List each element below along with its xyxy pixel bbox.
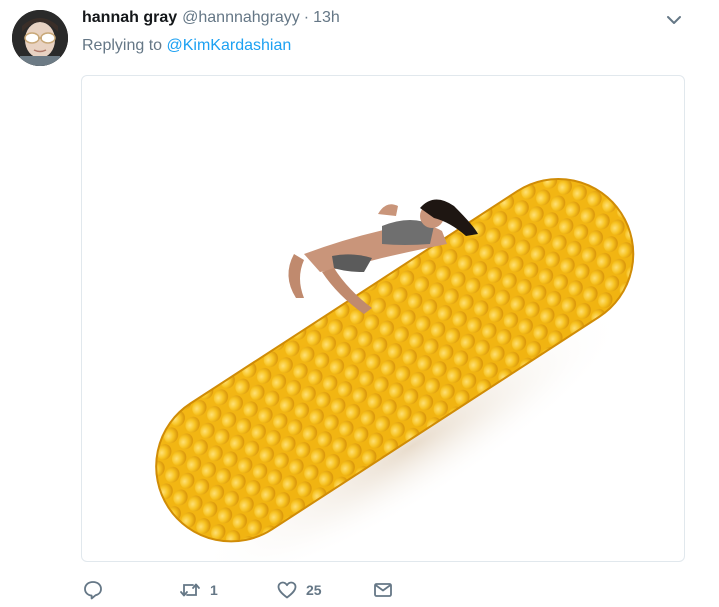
tweet-actions: 1 25	[82, 575, 502, 605]
reply-button[interactable]	[82, 577, 104, 603]
reply-prefix: Replying to	[82, 37, 163, 54]
like-count: 25	[306, 582, 322, 598]
like-button[interactable]: 25	[276, 577, 322, 603]
separator: ·	[303, 9, 310, 26]
reply-context: Replying to @KimKardashian	[82, 37, 291, 55]
tweet-header: hannah gray @hannnahgrayy · 13h	[82, 9, 340, 31]
author-handle[interactable]: @hannnahgrayy	[182, 9, 300, 27]
reply-mention-link[interactable]: @KimKardashian	[167, 37, 292, 54]
retweet-count: 1	[210, 582, 218, 598]
heart-icon	[276, 579, 298, 601]
avatar[interactable]	[12, 10, 68, 66]
retweet-icon	[178, 579, 202, 601]
reply-bubble-icon	[82, 579, 104, 601]
author-name[interactable]: hannah gray	[82, 9, 177, 27]
chevron-down-icon[interactable]	[664, 10, 684, 30]
timestamp[interactable]: 13h	[313, 9, 340, 27]
retweet-button[interactable]: 1	[178, 577, 218, 603]
direct-message-button[interactable]	[372, 577, 394, 603]
tweet-card: hannah gray @hannnahgrayy · 13h Replying…	[0, 0, 719, 607]
tweet-media-image[interactable]	[81, 75, 685, 562]
envelope-icon	[372, 579, 394, 601]
